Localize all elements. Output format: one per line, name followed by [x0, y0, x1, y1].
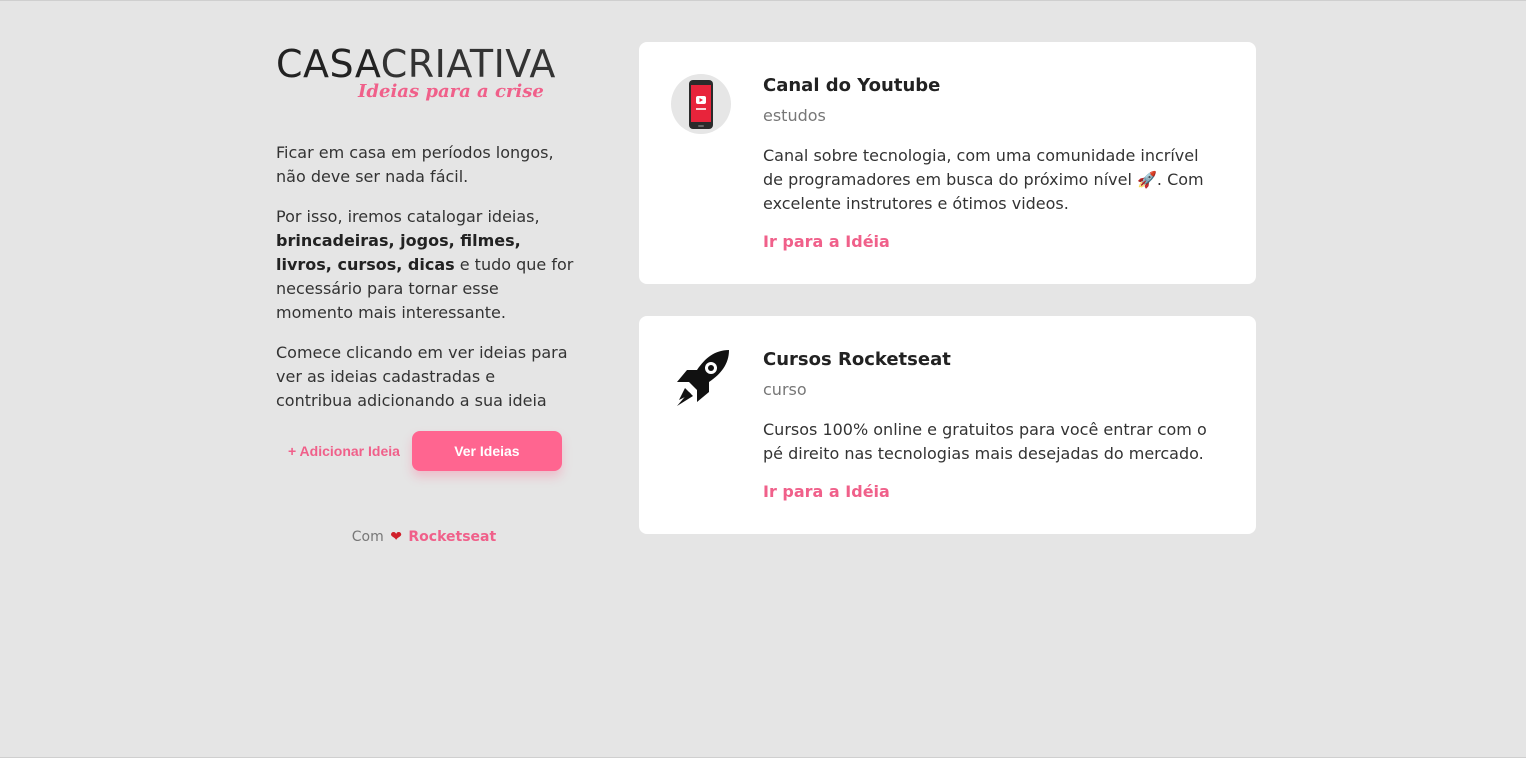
logo: CASACRIATIVA Ideias para a crise — [276, 45, 576, 107]
idea-title: Cursos Rocketseat — [763, 349, 951, 370]
logo-title: CASACRIATIVA — [276, 45, 576, 83]
intro-text: Ficar em casa em períodos longos, não de… — [276, 141, 576, 413]
sidebar: CASACRIATIVA Ideias para a crise Ficar e… — [276, 45, 576, 545]
footer-credit: Com ❤ Rocketseat — [276, 529, 572, 545]
logo-tagline: Ideias para a crise — [358, 81, 544, 102]
logo-title-thin: CRIATIVA — [380, 42, 556, 86]
idea-category: estudos — [763, 106, 826, 125]
idea-title: Canal do Youtube — [763, 75, 941, 96]
idea-description: Canal sobre tecnologia, com uma comunida… — [763, 146, 1204, 213]
see-ideas-button[interactable]: Ver Ideias — [411, 431, 562, 471]
idea-category: curso — [763, 380, 807, 399]
intro-paragraph-2: Por isso, iremos catalogar ideias, brinc… — [276, 205, 576, 325]
heart-icon: ❤ — [390, 529, 402, 545]
intro-paragraph-2-start: Por isso, iremos catalogar ideias, — [276, 207, 540, 226]
rocket-icon — [671, 348, 731, 408]
idea-description: Cursos 100% online e gratuitos para você… — [763, 420, 1207, 463]
footer-prefix: Com — [351, 529, 384, 545]
intro-paragraph-3: Comece clicando em ver ideias para ver a… — [276, 343, 568, 410]
add-idea-link[interactable]: + Adicionar Ideia — [288, 443, 400, 459]
intro-paragraph-1: Ficar em casa em períodos longos, não de… — [276, 143, 554, 186]
idea-card: Cursos Rocketseat curso Cursos 100% onli… — [639, 316, 1256, 534]
ideas-list: Canal do Youtube estudos Canal sobre tec… — [639, 42, 1256, 566]
footer-brand-link[interactable]: Rocketseat — [408, 529, 496, 545]
idea-card: Canal do Youtube estudos Canal sobre tec… — [639, 42, 1256, 284]
logo-title-bold: CASA — [276, 42, 381, 86]
youtube-phone-icon — [671, 74, 731, 134]
actions: + Adicionar Ideia Ver Ideias — [276, 431, 576, 471]
page: CASACRIATIVA Ideias para a crise Ficar e… — [0, 0, 1526, 758]
go-to-idea-link[interactable]: Ir para a Idéia — [763, 230, 890, 254]
go-to-idea-link[interactable]: Ir para a Idéia — [763, 480, 890, 504]
